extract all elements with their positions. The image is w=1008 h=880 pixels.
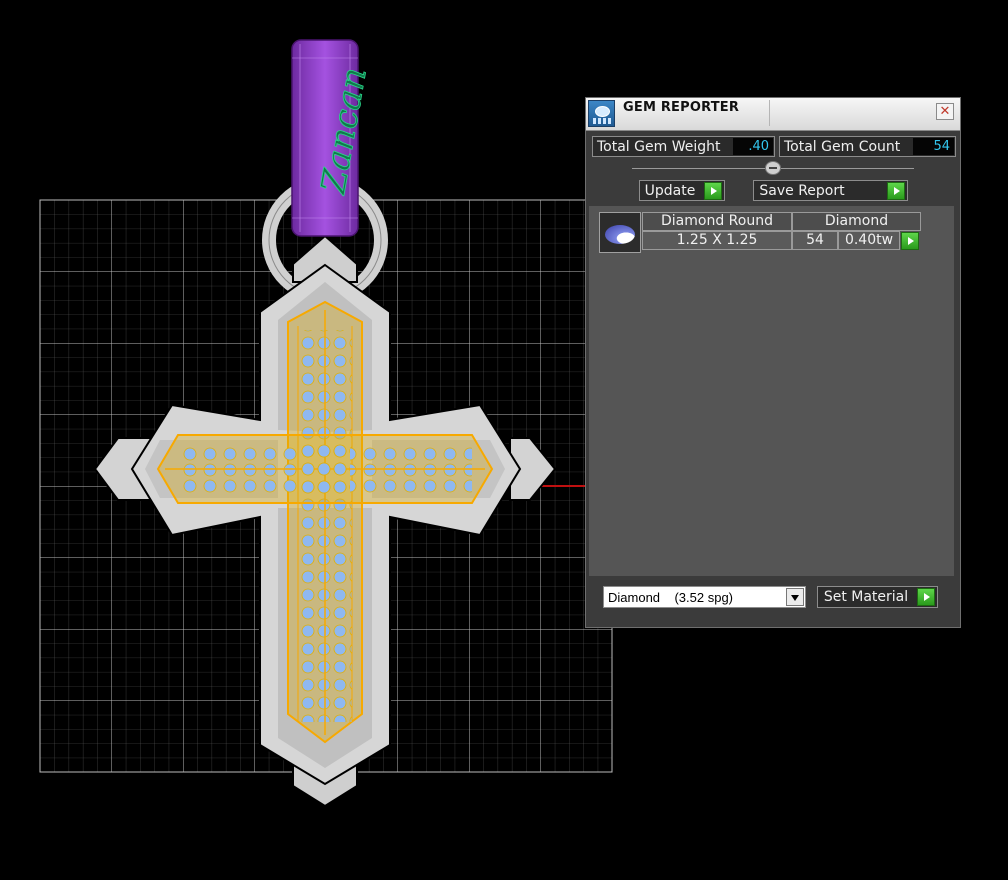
gem-shape: Diamond Round bbox=[642, 212, 792, 231]
close-icon[interactable]: ✕ bbox=[936, 103, 954, 120]
total-gem-count-field: Total Gem Count 54 bbox=[779, 136, 956, 157]
play-arrow-icon bbox=[917, 588, 935, 606]
slider-handle[interactable] bbox=[765, 161, 781, 175]
play-arrow-icon bbox=[704, 182, 722, 200]
save-report-button[interactable]: Save Report bbox=[753, 180, 908, 201]
save-report-label: Save Report bbox=[759, 183, 845, 199]
update-label: Update bbox=[644, 183, 696, 199]
gem-list[interactable]: Diamond Round Diamond 1.25 X 1.25 54 0.4… bbox=[589, 206, 954, 576]
total-gem-weight-field: Total Gem Weight .40 bbox=[592, 136, 775, 157]
material-select-value: Diamond (3.52 spg) bbox=[608, 590, 734, 605]
update-button[interactable]: Update bbox=[639, 180, 725, 201]
gem-reporter-icon bbox=[588, 100, 615, 127]
panel-title: GEM REPORTER bbox=[623, 100, 740, 115]
gem-material: Diamond bbox=[792, 212, 921, 231]
panel-titlebar[interactable]: GEM REPORTER ✕ bbox=[586, 98, 960, 131]
total-gem-count-label: Total Gem Count bbox=[784, 139, 901, 155]
gem-count: 54 bbox=[792, 231, 838, 250]
total-gem-weight-value: .40 bbox=[733, 138, 773, 155]
round-diamond-icon bbox=[599, 212, 641, 253]
material-select[interactable]: Diamond (3.52 spg) bbox=[603, 586, 806, 608]
gem-size: 1.25 X 1.25 bbox=[642, 231, 792, 250]
chevron-down-icon[interactable] bbox=[786, 588, 804, 606]
set-material-button[interactable]: Set Material bbox=[817, 586, 938, 608]
play-arrow-icon bbox=[887, 182, 905, 200]
play-arrow-icon[interactable] bbox=[901, 232, 919, 250]
gem-weight: 0.40tw bbox=[838, 231, 900, 250]
set-material-label: Set Material bbox=[823, 589, 909, 605]
total-gem-weight-label: Total Gem Weight bbox=[597, 139, 721, 155]
gem-list-item[interactable]: Diamond Round Diamond 1.25 X 1.25 54 0.4… bbox=[599, 212, 921, 254]
gem-reporter-panel[interactable]: GEM REPORTER ✕ Total Gem Weight .40 Tota… bbox=[585, 97, 961, 628]
total-gem-count-value: 54 bbox=[913, 138, 954, 155]
title-divider bbox=[769, 100, 770, 126]
